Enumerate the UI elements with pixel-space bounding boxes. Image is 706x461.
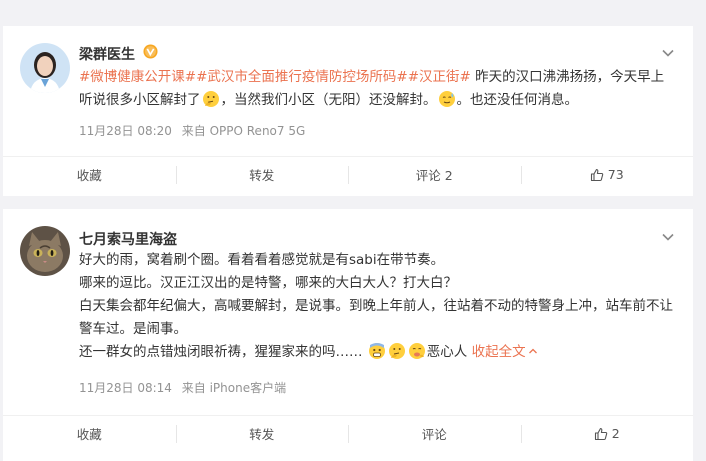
page-background-edge — [699, 26, 706, 461]
nauseated-emoji-icon — [408, 343, 425, 359]
post-line: 哪来的逗比。汉正江汉出的是特警，哪来的大白大人？打大白？ — [79, 275, 457, 291]
comment-button[interactable]: 评论 2 — [348, 157, 521, 192]
weibo-post-card: 七月索马里海盗 好大的雨，窝着刷个圈。看着看着感觉就是有sabi在带节奏。 哪来… — [3, 209, 693, 461]
favorite-label: 收藏 — [76, 168, 102, 183]
repost-button[interactable]: 转发 — [175, 416, 349, 451]
post-source: 来自 iPhone客户端 — [181, 381, 287, 395]
post-meta: 11月28日 08:14 来自 iPhone客户端 — [79, 379, 292, 396]
comment-button[interactable]: 评论 — [348, 416, 521, 451]
post-text: 。也还没任何消息。 — [456, 92, 579, 108]
post-line: 还一群女的点错烛闭眼祈祷，猩猩家来的吗…… — [79, 344, 363, 360]
hashtag-link[interactable]: #微博健康公开课# — [79, 69, 196, 85]
clipped-top-text — [3, 0, 693, 12]
like-count: 73 — [607, 167, 624, 182]
post-body: 好大的雨，窝着刷个圈。看着看着感觉就是有sabi在带节奏。 哪来的逗比。汉正江汉… — [79, 249, 673, 364]
repost-button[interactable]: 转发 — [175, 157, 349, 192]
fearful-emoji-icon — [368, 343, 385, 359]
chevron-down-icon[interactable] — [661, 46, 675, 60]
favorite-label: 收藏 — [76, 427, 102, 442]
post-time[interactable]: 11月28日 08:14 — [79, 381, 172, 395]
chevron-up-icon — [528, 348, 537, 354]
hashtag-link[interactable]: #武汉市全面推行疫情防控场所码# — [196, 69, 408, 85]
post-text: 恶心人 — [426, 344, 468, 360]
thumbs-up-icon — [594, 427, 608, 440]
avatar[interactable] — [20, 43, 70, 93]
repost-label: 转发 — [249, 168, 275, 183]
action-bar: 收藏 转发 评论 2 73 — [3, 156, 693, 192]
post-body: #微博健康公开课##武汉市全面推行疫情防控场所码##汉正街# 昨天的汉口沸沸扬扬… — [79, 66, 673, 112]
post-line: 白天集会都年纪偏大，高喊要解封，是说事。到晚上年前人，往站着不动的特警身上冲，站… — [79, 298, 673, 337]
collapse-full-text-link[interactable]: 收起全文 — [472, 344, 538, 360]
post-line: 好大的雨，窝着刷个圈。看着看着感觉就是有sabi在带节奏。 — [79, 252, 445, 268]
post-source: 来自 OPPO Reno7 5G — [181, 124, 306, 138]
post-meta: 11月28日 08:20 来自 OPPO Reno7 5G — [79, 122, 311, 139]
thumbs-up-icon — [590, 168, 604, 181]
favorite-button[interactable]: 收藏 — [3, 416, 176, 451]
post-line-last: 还一群女的点错烛闭眼祈祷，猩猩家来的吗…… 恶心人 收起全文 — [79, 341, 673, 364]
avatar[interactable] — [20, 226, 70, 276]
post-time[interactable]: 11月28日 08:20 — [79, 124, 172, 138]
post-text: ，当然我们小区（无阳）还没解封。 — [220, 92, 437, 108]
verified-badge-icon — [143, 44, 158, 59]
favorite-button[interactable]: 收藏 — [3, 157, 176, 192]
like-button[interactable]: 73 — [520, 157, 694, 192]
sweat-emoji-icon — [438, 91, 455, 107]
comment-label: 评论 2 — [415, 168, 453, 183]
like-count: 2 — [611, 426, 620, 441]
hashtag-link[interactable]: #汉正街# — [408, 69, 471, 85]
author-name[interactable]: 梁群医生 — [79, 44, 135, 64]
action-bar: 收藏 转发 评论 2 — [3, 415, 693, 451]
weibo-post-card: 梁群医生 #微博健康公开课##武汉市全面推行疫情防控场所码##汉正街# 昨天的汉… — [3, 26, 693, 196]
thinking-emoji-icon — [388, 343, 405, 359]
chevron-down-icon[interactable] — [661, 230, 675, 244]
author-name[interactable]: 七月索马里海盗 — [79, 229, 177, 249]
like-button[interactable]: 2 — [520, 416, 694, 451]
repost-label: 转发 — [249, 427, 275, 442]
thinking-emoji-icon — [202, 91, 219, 107]
comment-label: 评论 — [421, 427, 447, 442]
